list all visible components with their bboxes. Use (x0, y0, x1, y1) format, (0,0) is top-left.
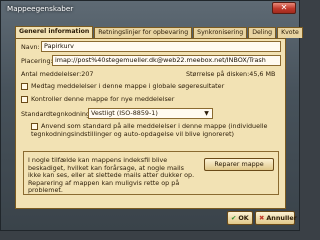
tab-sharing[interactable]: Deling (248, 27, 277, 38)
tab-retention-policy[interactable]: Retningslinjer for opbevaring (94, 27, 193, 38)
close-icon: ✕ (280, 3, 288, 12)
size-on-disk: Størrelse på disken:45,6 MB (186, 70, 276, 78)
check-new-messages-checkbox[interactable] (21, 95, 28, 103)
tab-strip: Generel information Retningslinjer for o… (15, 26, 304, 38)
repair-folder-button[interactable]: Reparer mappe (204, 158, 274, 171)
location-label: Placering: (21, 57, 53, 65)
name-value: Papirkurv (44, 42, 74, 50)
check-new-messages-label: Kontroller denne mappe for nye meddelels… (31, 95, 175, 103)
apply-all-option[interactable]: Anvend som standard på alle meddelelser … (31, 122, 276, 138)
chevron-down-icon: ▼ (204, 110, 209, 117)
close-button[interactable]: ✕ (272, 2, 296, 14)
window-title: Mappeegenskaber (7, 4, 74, 13)
tab-general-information[interactable]: Generel information (15, 26, 94, 38)
repair-notice-text: I nogle tilfælde kan mappens indeksfil b… (28, 156, 195, 194)
properties-window: Mappeegenskaber ✕ Generel information Re… (0, 0, 303, 231)
include-global-search-checkbox[interactable] (21, 82, 28, 90)
title-bar[interactable]: Mappeegenskaber ✕ (1, 1, 301, 17)
check-icon: ✔ (231, 214, 237, 222)
include-global-search-option[interactable]: Medtag meddelelser i denne mappe i globa… (21, 82, 224, 90)
tab-synchronization[interactable]: Synkronisering (193, 27, 248, 38)
name-field[interactable]: Papirkurv (41, 41, 281, 52)
encoding-select[interactable]: Vestligt (ISO-8859-1) ▼ (88, 108, 213, 119)
repair-notice-box: I nogle tilfælde kan mappens indeksfil b… (23, 151, 279, 195)
check-new-messages-option[interactable]: Kontroller denne mappe for nye meddelels… (21, 95, 174, 103)
encoding-value: Vestligt (ISO-8859-1) (91, 109, 158, 117)
location-field[interactable]: imap://post%40stegemueller.dk@web22.meeb… (52, 55, 281, 66)
include-global-search-label: Medtag meddelelser i denne mappe i globa… (31, 82, 225, 90)
location-value: imap://post%40stegemueller.dk@web22.meeb… (55, 56, 266, 64)
tab-quota[interactable]: Kvote (277, 27, 303, 38)
message-count: Antal meddelelser:207 (21, 70, 94, 78)
x-icon: ✖ (259, 214, 265, 222)
cancel-button[interactable]: ✖ Annuller (255, 211, 297, 225)
encoding-label: Standardtegnkodning: (21, 110, 93, 118)
general-panel: Navn: Papirkurv Placering: imap://post%4… (15, 38, 286, 209)
cancel-label: Annuller (266, 214, 297, 222)
apply-all-label: Anvend som standard på alle meddelelser … (31, 122, 268, 138)
ok-button[interactable]: ✔ OK (227, 211, 253, 225)
name-label: Navn: (21, 43, 40, 51)
ok-label: OK (238, 214, 249, 222)
